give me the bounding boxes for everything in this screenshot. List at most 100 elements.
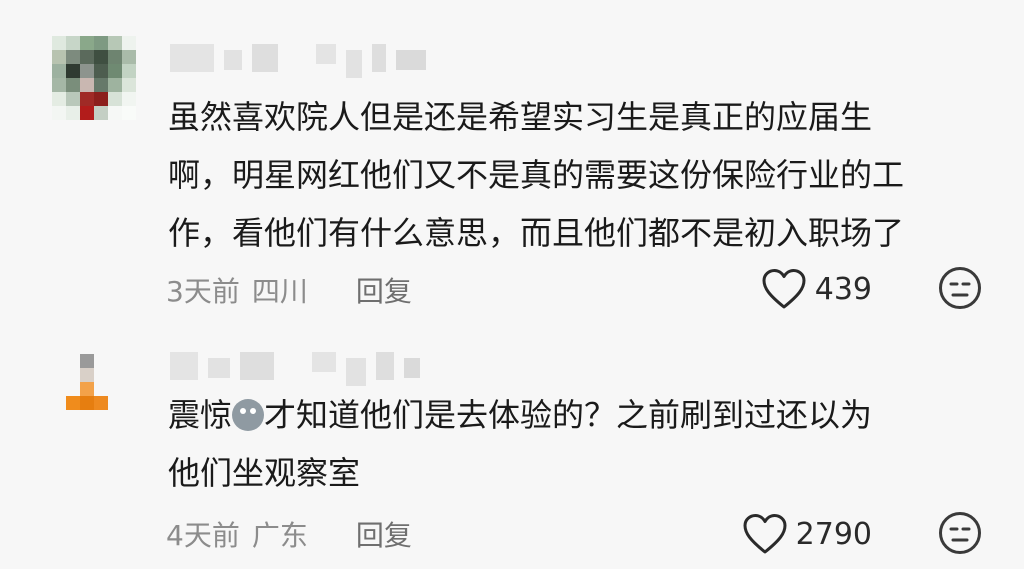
username-pixel-block — [288, 44, 306, 54]
username-pixel-block — [170, 352, 198, 380]
avatar-pixel — [122, 50, 136, 64]
like-count: 2790 — [795, 516, 872, 552]
avatar-pixel — [66, 36, 80, 50]
avatar-pixel — [66, 424, 80, 438]
avatar-pixel — [80, 36, 94, 50]
username-pixel-block — [240, 352, 274, 380]
reply-button[interactable]: 回复 — [356, 514, 412, 554]
username-pixelated[interactable] — [170, 44, 426, 84]
username-pixel-block — [170, 44, 214, 72]
comment-text: 震惊 才知道他们是去体验的？之前刷到过还以为 他们坐观察室 — [168, 386, 984, 502]
comment-time: 4天前 — [166, 519, 240, 552]
avatar-pixel — [122, 106, 136, 120]
comment-location: 广东 — [251, 519, 308, 552]
avatar-pixel — [80, 78, 94, 92]
username-pixel-block — [396, 50, 426, 70]
avatar-pixel — [80, 410, 94, 424]
comment-text-after-emoji: 才知道他们是去体验的？之前刷到过还以为 他们坐观察室 — [168, 396, 873, 492]
avatar-pixel — [94, 106, 108, 120]
avatar-pixel — [52, 64, 66, 78]
username-pixel-block — [404, 358, 420, 378]
comment-time: 3天前 — [166, 275, 240, 308]
avatar-pixel — [66, 50, 80, 64]
comment-item: 虽然喜欢院人但是还是希望实习生是真正的应届生 啊，明星网红他们又不是真的需要这份… — [0, 0, 1024, 330]
comment-meta: 3天前 四川 回复 — [166, 270, 412, 310]
avatar-pixel — [108, 410, 122, 424]
comment-meta: 4天前 广东 回复 — [166, 514, 412, 554]
shocked-face-emoji-icon — [232, 399, 265, 431]
avatar-pixel — [122, 92, 136, 106]
avatar-pixel — [80, 64, 94, 78]
avatar-pixel — [94, 424, 108, 438]
avatar-pixel — [94, 36, 108, 50]
avatar-pixel — [80, 396, 94, 410]
avatar-pixel — [66, 64, 80, 78]
avatar-pixel — [80, 368, 94, 382]
avatar-pixel — [52, 106, 66, 120]
avatar-pixel — [94, 368, 108, 382]
username-pixel-block — [284, 352, 302, 362]
username-pixel-block — [316, 44, 336, 64]
avatar-pixel — [52, 36, 66, 50]
avatar-pixel — [94, 92, 108, 106]
comment-item: 震惊 才知道他们是去体验的？之前刷到过还以为 他们坐观察室 4天前 广东 回复 2… — [0, 330, 1024, 569]
avatar-pixel — [66, 354, 80, 368]
avatar-pixel — [52, 92, 66, 106]
avatar-pixel — [94, 382, 108, 396]
emoji-reaction-icon[interactable] — [938, 511, 982, 555]
comment-text-before-emoji: 震惊 — [168, 396, 233, 434]
like-button[interactable]: 2790 — [742, 513, 872, 555]
like-button[interactable]: 439 — [761, 268, 872, 310]
avatar-pixel — [66, 78, 80, 92]
emoji-reaction-icon[interactable] — [938, 266, 982, 310]
avatar-pixel — [80, 50, 94, 64]
reply-button[interactable]: 回复 — [356, 270, 412, 310]
avatar-pixel — [108, 64, 122, 78]
avatar-pixel — [94, 354, 108, 368]
avatar-pixel — [108, 354, 122, 368]
avatar-pixel — [66, 368, 80, 382]
avatar-pixel — [66, 106, 80, 120]
avatar-pixel — [94, 78, 108, 92]
avatar-pixel — [52, 50, 66, 64]
avatar-pixel — [94, 410, 108, 424]
username-pixel-block — [312, 352, 336, 372]
comment-location: 四川 — [251, 275, 308, 308]
username-pixel-block — [224, 50, 242, 70]
avatar-pixel — [52, 78, 66, 92]
avatar[interactable] — [66, 354, 122, 438]
username-pixel-block — [252, 44, 278, 72]
username-pixel-block — [346, 358, 366, 386]
avatar-pixel — [108, 106, 122, 120]
avatar-pixel — [122, 78, 136, 92]
heart-icon — [762, 269, 806, 309]
avatar-pixel — [108, 36, 122, 50]
like-count: 439 — [814, 271, 872, 307]
comment-text: 虽然喜欢院人但是还是希望实习生是真正的应届生 啊，明星网红他们又不是真的需要这份… — [168, 98, 905, 252]
avatar-pixel — [108, 424, 122, 438]
avatar-pixel — [108, 382, 122, 396]
heart-icon — [743, 514, 787, 554]
username-pixel-block — [346, 50, 362, 78]
avatar-pixel — [80, 424, 94, 438]
avatar-pixel — [94, 64, 108, 78]
avatar-pixel — [80, 92, 94, 106]
avatar-pixel — [94, 396, 108, 410]
avatar-pixel — [66, 396, 80, 410]
avatar-pixel — [66, 410, 80, 424]
avatar-pixel — [80, 106, 94, 120]
avatar-pixel — [80, 354, 94, 368]
avatar-pixel — [66, 382, 80, 396]
avatar-pixel — [66, 92, 80, 106]
username-pixel-block — [372, 44, 386, 72]
avatar-pixel — [108, 78, 122, 92]
avatar-pixel — [122, 64, 136, 78]
avatar[interactable] — [52, 36, 136, 120]
avatar-pixel — [80, 382, 94, 396]
username-pixel-block — [208, 358, 230, 378]
avatar-pixel — [108, 396, 122, 410]
username-pixel-block — [376, 352, 394, 380]
avatar-pixel — [122, 36, 136, 50]
avatar-pixel — [108, 50, 122, 64]
avatar-pixel — [108, 368, 122, 382]
